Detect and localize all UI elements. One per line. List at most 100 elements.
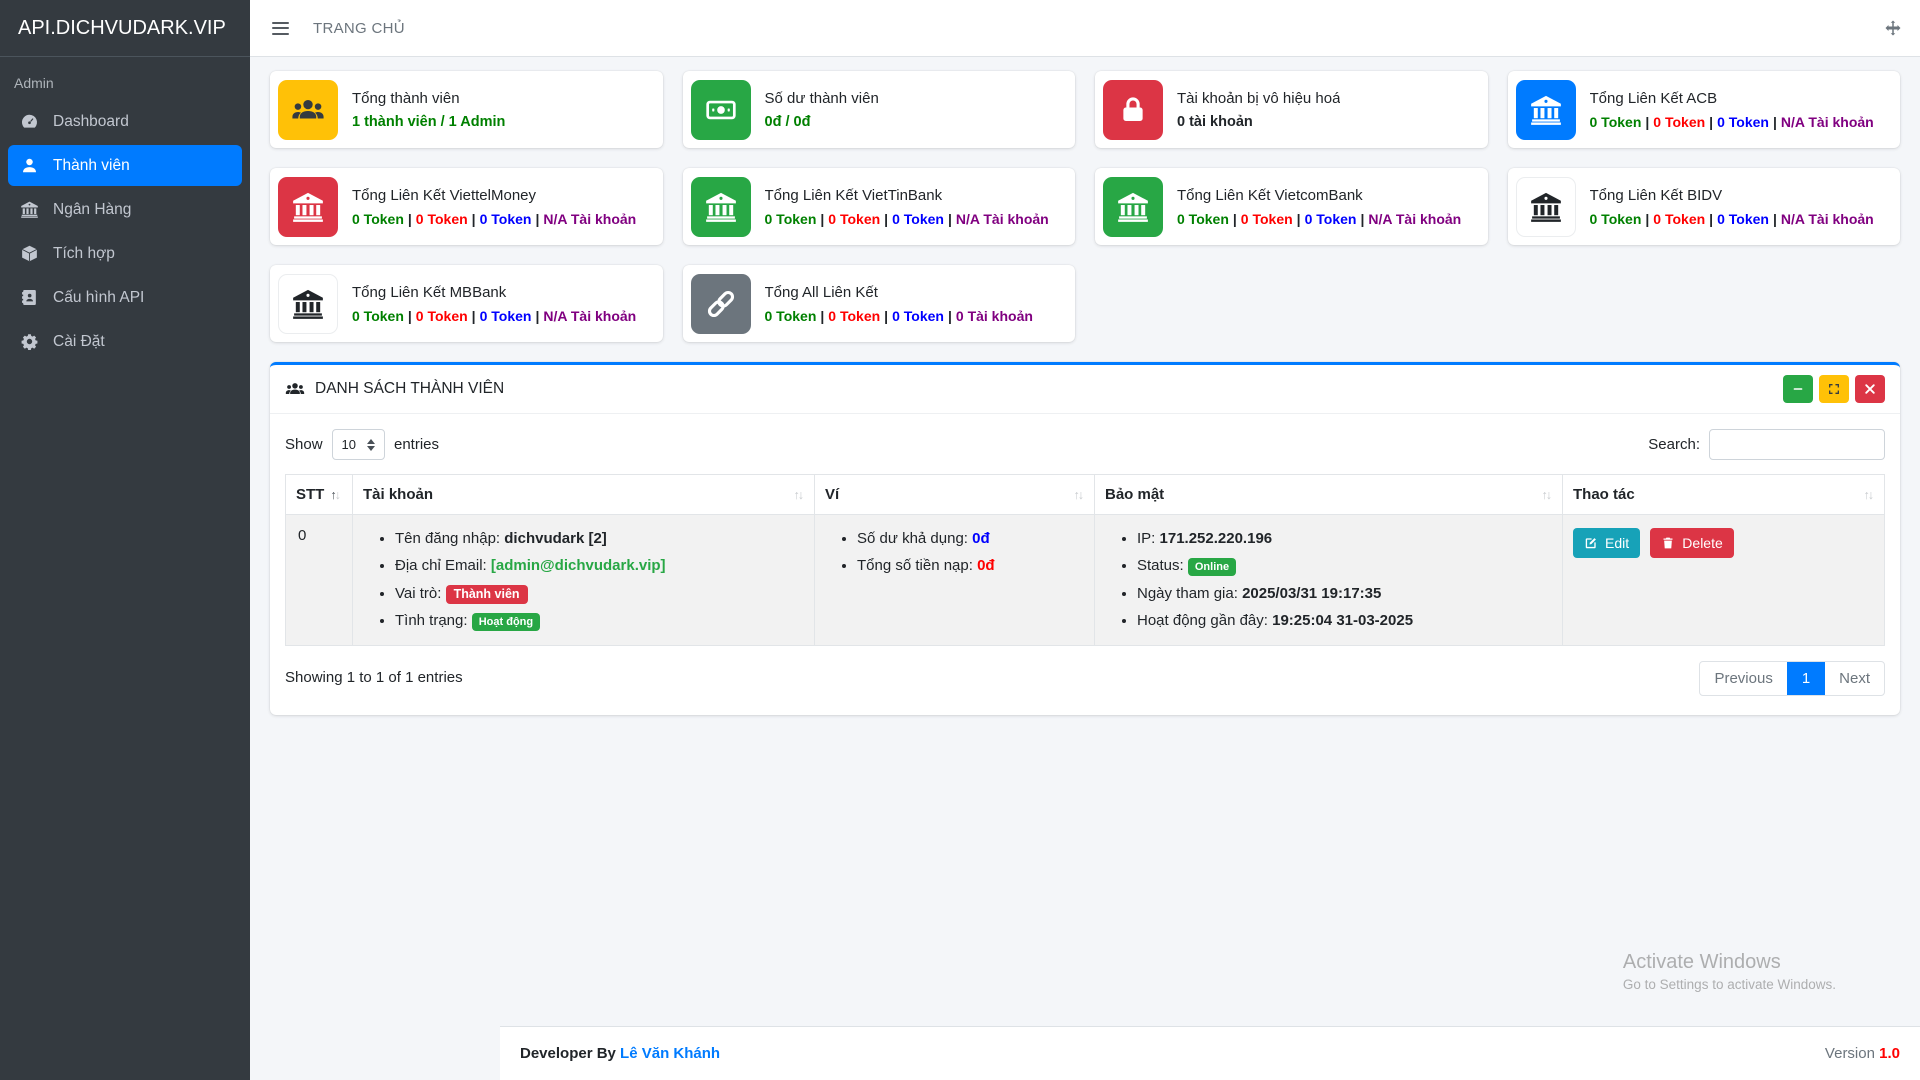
sidebar-item-dashboard[interactable]: Dashboard bbox=[8, 101, 242, 142]
token-value: 0 Token bbox=[892, 308, 944, 324]
sidebar-item-cau-hinh-api[interactable]: Cấu hình API bbox=[8, 277, 242, 318]
panel-header: DANH SÁCH THÀNH VIÊN bbox=[270, 365, 1900, 414]
stat-card-title: Số dư thành viên bbox=[765, 90, 879, 107]
sort-icon: ↑↓ bbox=[794, 488, 805, 502]
token-separator: | bbox=[884, 211, 888, 227]
token-value: 0 Token bbox=[1177, 211, 1229, 227]
stat-card-tong-lien-ket-bidv: Tổng Liên Kết BIDV 0 Token|0 Token|0 Tok… bbox=[1508, 168, 1901, 245]
column-header-baomat[interactable]: Bảo mật↑↓ bbox=[1095, 475, 1563, 515]
minus-icon bbox=[1791, 382, 1805, 396]
lock-icon bbox=[1103, 80, 1163, 140]
delete-button[interactable]: Delete bbox=[1650, 528, 1733, 558]
nav-home-link[interactable]: TRANG CHỦ bbox=[313, 20, 405, 37]
token-separator: | bbox=[948, 211, 952, 227]
balance-value: 0đ bbox=[972, 530, 990, 547]
stat-card-title: Tổng Liên Kết VietTinBank bbox=[765, 187, 1049, 204]
sidebar-item-thanh-vien[interactable]: Thành viên bbox=[8, 145, 242, 186]
sidebar-item-cai-dat[interactable]: Cài Đặt bbox=[8, 321, 242, 362]
token-value: N/A Tài khoản bbox=[543, 308, 636, 324]
stat-card-value: 0 Token|0 Token|0 Token|N/A Tài khoản bbox=[352, 308, 636, 324]
stat-card-tong-lien-ket-mbbank: Tổng Liên Kết MBBank 0 Token|0 Token|0 T… bbox=[270, 265, 663, 342]
token-separator: | bbox=[820, 211, 824, 227]
app-window: API.DICHVUDARK.VIP Admin Dashboard Thành… bbox=[0, 0, 1920, 1080]
sort-icon: ↑↓ bbox=[1542, 488, 1553, 502]
cell-actions: Edit Delete bbox=[1563, 515, 1885, 646]
brand[interactable]: API.DICHVUDARK.VIP bbox=[0, 0, 250, 57]
collapse-button[interactable] bbox=[1783, 375, 1813, 403]
stat-card-title: Tổng Liên Kết VietcomBank bbox=[1177, 187, 1461, 204]
stat-card-value: 0 tài khoản bbox=[1177, 114, 1340, 130]
token-separator: | bbox=[408, 308, 412, 324]
money-icon bbox=[691, 80, 751, 140]
version-label: Version bbox=[1825, 1045, 1875, 1062]
token-value: 0 Token bbox=[1717, 211, 1769, 227]
show-label: Show bbox=[285, 436, 323, 453]
link-icon bbox=[691, 274, 751, 334]
sidebar-item-ngan-hang[interactable]: Ngân Hàng bbox=[8, 189, 242, 230]
menu-toggle-icon[interactable] bbox=[268, 16, 293, 41]
token-separator: | bbox=[1773, 114, 1777, 130]
token-separator: | bbox=[1297, 211, 1301, 227]
pagination-previous[interactable]: Previous bbox=[1700, 662, 1786, 695]
token-value: 0 Token bbox=[1653, 211, 1705, 227]
stat-card-value: 1 thành viên / 1 Admin bbox=[352, 114, 505, 130]
stat-card-title: Tổng thành viên bbox=[352, 90, 505, 107]
token-value: 0 Token bbox=[1590, 114, 1642, 130]
table-summary: Showing 1 to 1 of 1 entries bbox=[285, 661, 463, 686]
column-header-stt[interactable]: STT↑↓ bbox=[286, 475, 353, 515]
column-header-vi[interactable]: Ví↑↓ bbox=[815, 475, 1095, 515]
search-input[interactable] bbox=[1709, 429, 1885, 460]
email-value: [admin@dichvudark.vip] bbox=[491, 557, 666, 574]
pagination-next[interactable]: Next bbox=[1825, 662, 1884, 695]
page-length-select[interactable]: 10 bbox=[332, 429, 385, 460]
token-separator: | bbox=[1709, 114, 1713, 130]
trash-icon bbox=[1661, 536, 1675, 550]
stat-card-tong-lien-ket-viettelmoney: Tổng Liên Kết ViettelMoney 0 Token|0 Tok… bbox=[270, 168, 663, 245]
sidebar-item-tich-hop[interactable]: Tích hợp bbox=[8, 233, 242, 274]
column-header-thaotac[interactable]: Thao tác↑↓ bbox=[1563, 475, 1885, 515]
token-value: 0 Token bbox=[352, 308, 404, 324]
expand-button[interactable] bbox=[1819, 375, 1849, 403]
developer-link[interactable]: Lê Văn Khánh bbox=[620, 1045, 720, 1062]
stat-card-tong-lien-ket-acb: Tổng Liên Kết ACB 0 Token|0 Token|0 Toke… bbox=[1508, 71, 1901, 148]
sidebar-menu: Dashboard Thành viên Ngân Hàng Tích hợp … bbox=[8, 101, 242, 362]
stat-card-value: 0 Token|0 Token|0 Token|0 Tài khoản bbox=[765, 308, 1033, 324]
main-area: TRANG CHỦ Tổng thành viên 1 thành viên /… bbox=[250, 0, 1920, 1080]
cell-stt: 0 bbox=[286, 515, 353, 646]
token-value: 0 Token bbox=[1717, 114, 1769, 130]
stat-card-so-du-thanh-vien: Số dư thành viên 0đ / 0đ bbox=[683, 71, 1076, 148]
token-separator: | bbox=[1360, 211, 1364, 227]
close-button[interactable] bbox=[1855, 375, 1885, 403]
token-value: 0 Token bbox=[352, 211, 404, 227]
stat-card-value: 0 Token|0 Token|0 Token|N/A Tài khoản bbox=[1177, 211, 1461, 227]
edit-button[interactable]: Edit bbox=[1573, 528, 1640, 558]
users-icon bbox=[278, 80, 338, 140]
token-value: 0 Token bbox=[765, 308, 817, 324]
token-value: 0 Token bbox=[480, 211, 532, 227]
caret-updown-icon bbox=[367, 439, 375, 451]
entries-label: entries bbox=[394, 436, 439, 453]
sidebar-item-label: Tích hợp bbox=[53, 245, 115, 263]
pagination-page-1[interactable]: 1 bbox=[1787, 662, 1825, 695]
panel-tools bbox=[1783, 375, 1885, 403]
fullscreen-icon[interactable] bbox=[1884, 19, 1902, 37]
token-separator: | bbox=[1773, 211, 1777, 227]
gear-icon bbox=[18, 332, 40, 352]
cube-icon bbox=[18, 244, 40, 264]
token-separator: | bbox=[408, 211, 412, 227]
token-separator: | bbox=[884, 308, 888, 324]
cell-account: Tên đăng nhập: dichvudark [2] Địa chỉ Em… bbox=[353, 515, 815, 646]
token-separator: | bbox=[1233, 211, 1237, 227]
sidebar-item-label: Thành viên bbox=[53, 157, 130, 175]
token-value: N/A Tài khoản bbox=[956, 211, 1049, 227]
column-header-taikhoan[interactable]: Tài khoản↑↓ bbox=[353, 475, 815, 515]
ip-value: 171.252.220.196 bbox=[1160, 530, 1273, 547]
stat-card-value: 0 Token|0 Token|0 Token|N/A Tài khoản bbox=[765, 211, 1049, 227]
stat-card-title: Tổng Liên Kết ACB bbox=[1590, 90, 1874, 107]
table-controls: Show 10 entries Search: bbox=[285, 429, 1885, 460]
token-value: 0 Token bbox=[1590, 211, 1642, 227]
status-badge: Hoạt động bbox=[472, 613, 540, 631]
bank-icon bbox=[18, 200, 40, 220]
stat-card-value: 0đ / 0đ bbox=[765, 114, 879, 130]
stat-card-title: Tổng All Liên Kết bbox=[765, 284, 1033, 301]
